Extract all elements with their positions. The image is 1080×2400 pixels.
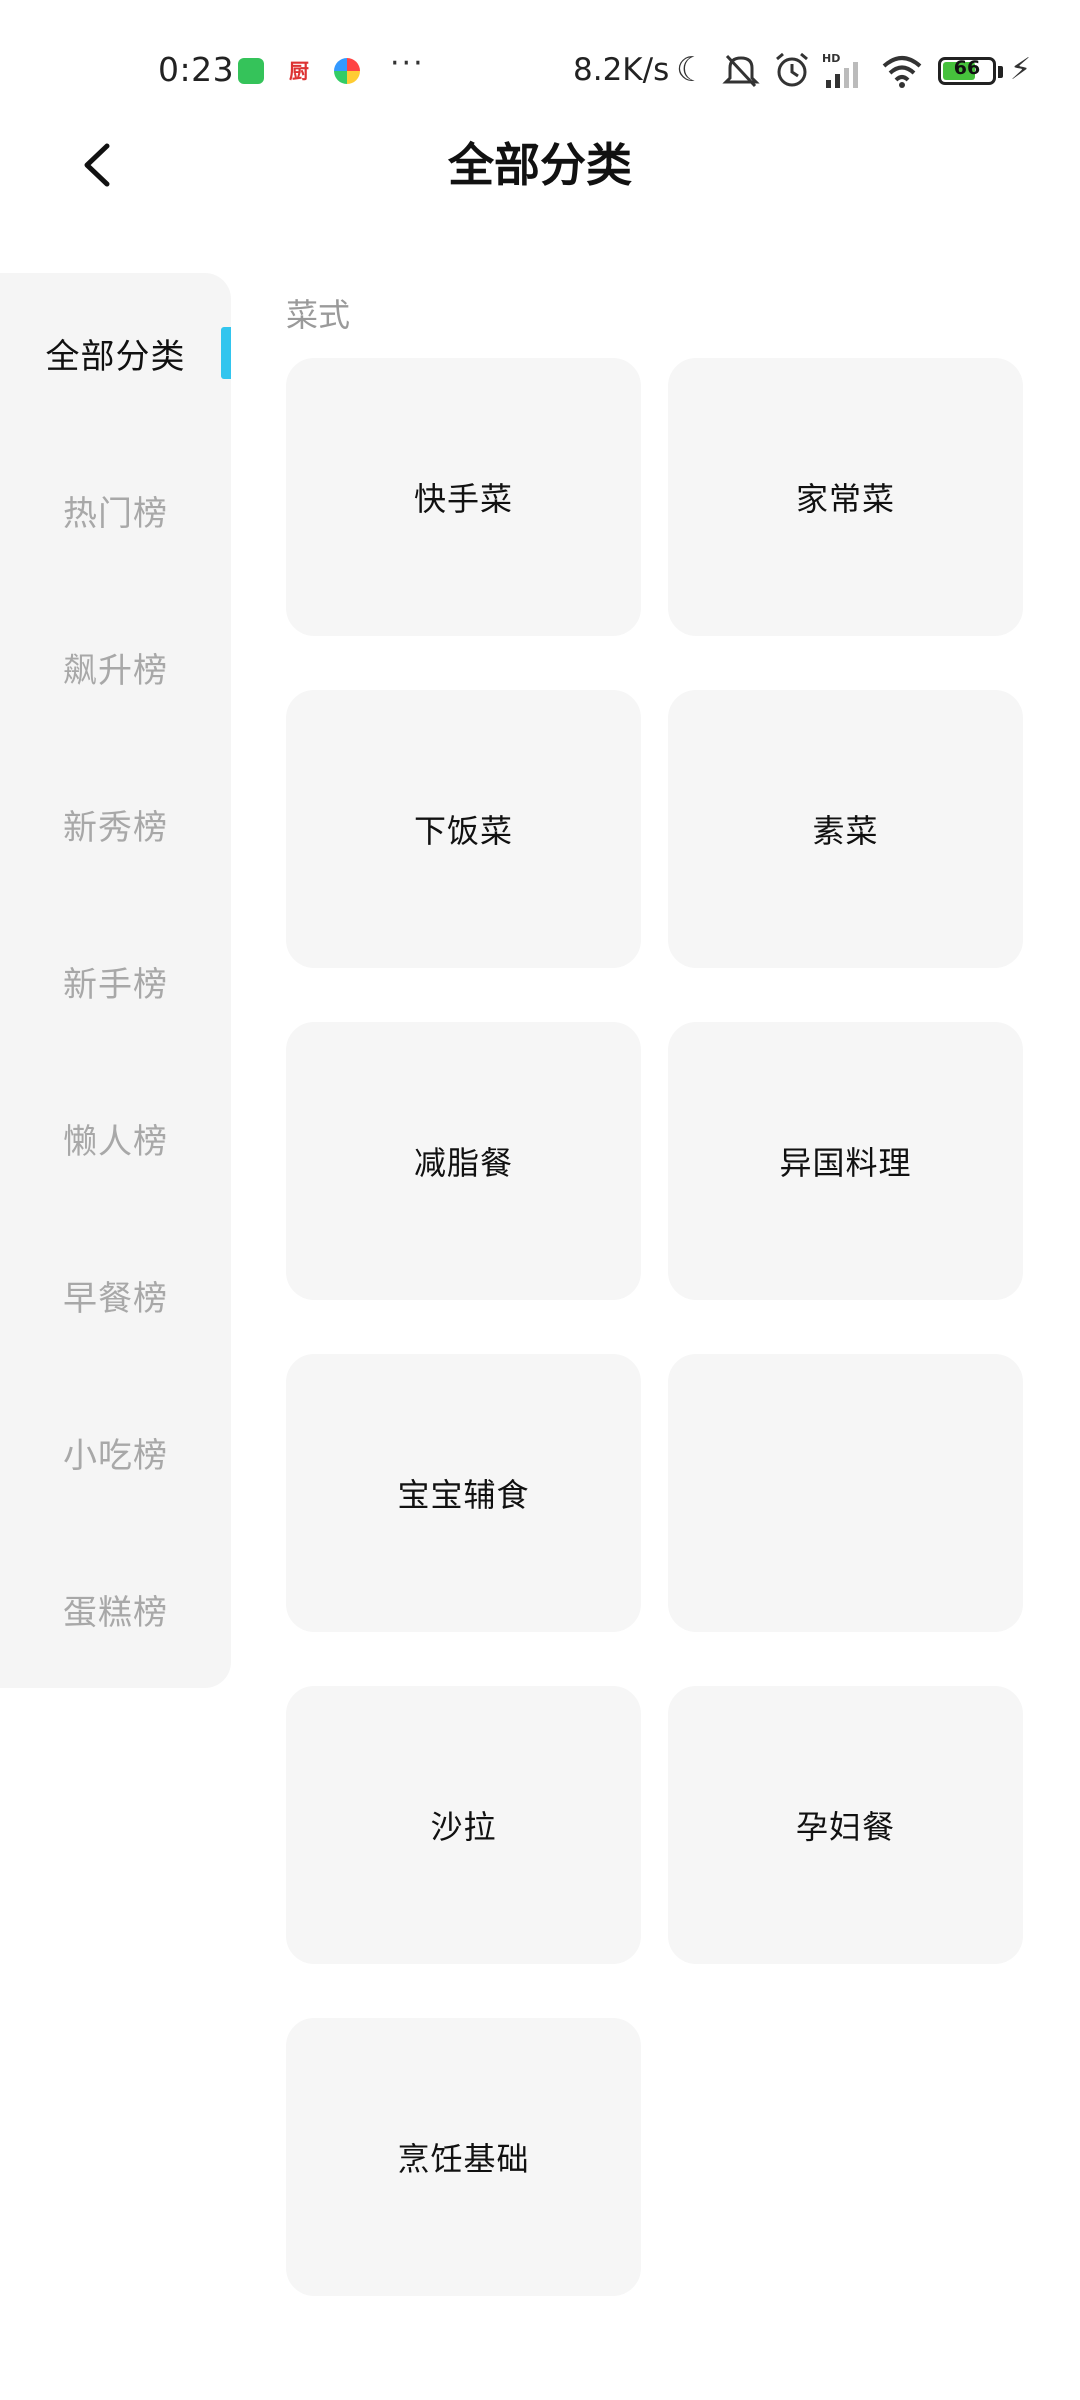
kitchen-app-icon: 厨 bbox=[286, 58, 312, 84]
category-card[interactable]: 减脂餐 bbox=[286, 1022, 641, 1300]
category-card[interactable]: 家常菜 bbox=[668, 358, 1023, 636]
category-card[interactable]: 烹饪基础 bbox=[286, 2018, 641, 2296]
category-card[interactable]: 素菜 bbox=[668, 690, 1023, 968]
colorful-app-icon bbox=[334, 58, 360, 84]
category-card[interactable] bbox=[668, 1354, 1023, 1632]
battery-tip bbox=[998, 66, 1003, 78]
battery-icon: 66 bbox=[938, 57, 996, 85]
sidebar-item[interactable]: 早餐榜 bbox=[0, 1235, 231, 1355]
bolt-icon: ⚡ bbox=[1010, 52, 1032, 87]
status-bar: 0:23 厨 ··· 8.2K/s ☾ HD 66 ⚡ bbox=[0, 0, 1080, 140]
category-card[interactable]: 快手菜 bbox=[286, 358, 641, 636]
sidebar-item[interactable]: 新秀榜 bbox=[0, 764, 231, 884]
battery-level: 66 bbox=[953, 57, 981, 79]
sidebar-item[interactable]: 新手榜 bbox=[0, 921, 231, 1041]
wifi-icon bbox=[880, 50, 924, 99]
top-app-bar: 全部分类 bbox=[0, 130, 1080, 260]
active-indicator bbox=[221, 327, 231, 379]
bell-off-icon bbox=[722, 50, 760, 99]
category-card[interactable]: 宝宝辅食 bbox=[286, 1354, 641, 1632]
sidebar-item[interactable]: 蛋糕榜 bbox=[0, 1549, 231, 1669]
sidebar-item[interactable]: 懒人榜 bbox=[0, 1078, 231, 1198]
status-time: 0:23 bbox=[158, 50, 235, 89]
category-card[interactable]: 下饭菜 bbox=[286, 690, 641, 968]
moon-icon: ☾ bbox=[676, 50, 707, 90]
category-card[interactable]: 异国料理 bbox=[668, 1022, 1023, 1300]
sidebar-item[interactable]: 飙升榜 bbox=[0, 607, 231, 727]
svg-text:HD: HD bbox=[822, 52, 840, 65]
alarm-icon bbox=[772, 50, 812, 99]
more-notifications-icon: ··· bbox=[390, 46, 425, 81]
page-title: 全部分类 bbox=[448, 138, 632, 192]
sidebar-item[interactable]: 热门榜 bbox=[0, 450, 231, 570]
app-notification-icon bbox=[238, 58, 264, 84]
signal-hd-icon: HD bbox=[822, 50, 866, 99]
category-card[interactable]: 孕妇餐 bbox=[668, 1686, 1023, 1964]
network-speed: 8.2K/s bbox=[573, 52, 670, 88]
category-card[interactable]: 沙拉 bbox=[286, 1686, 641, 1964]
section-title: 菜式 bbox=[286, 296, 351, 334]
sidebar-item[interactable]: 全部分类 bbox=[0, 293, 231, 413]
sidebar-item[interactable]: 小吃榜 bbox=[0, 1392, 231, 1512]
category-sidebar: 全部分类热门榜飙升榜新秀榜新手榜懒人榜早餐榜小吃榜蛋糕榜 bbox=[0, 273, 231, 1688]
